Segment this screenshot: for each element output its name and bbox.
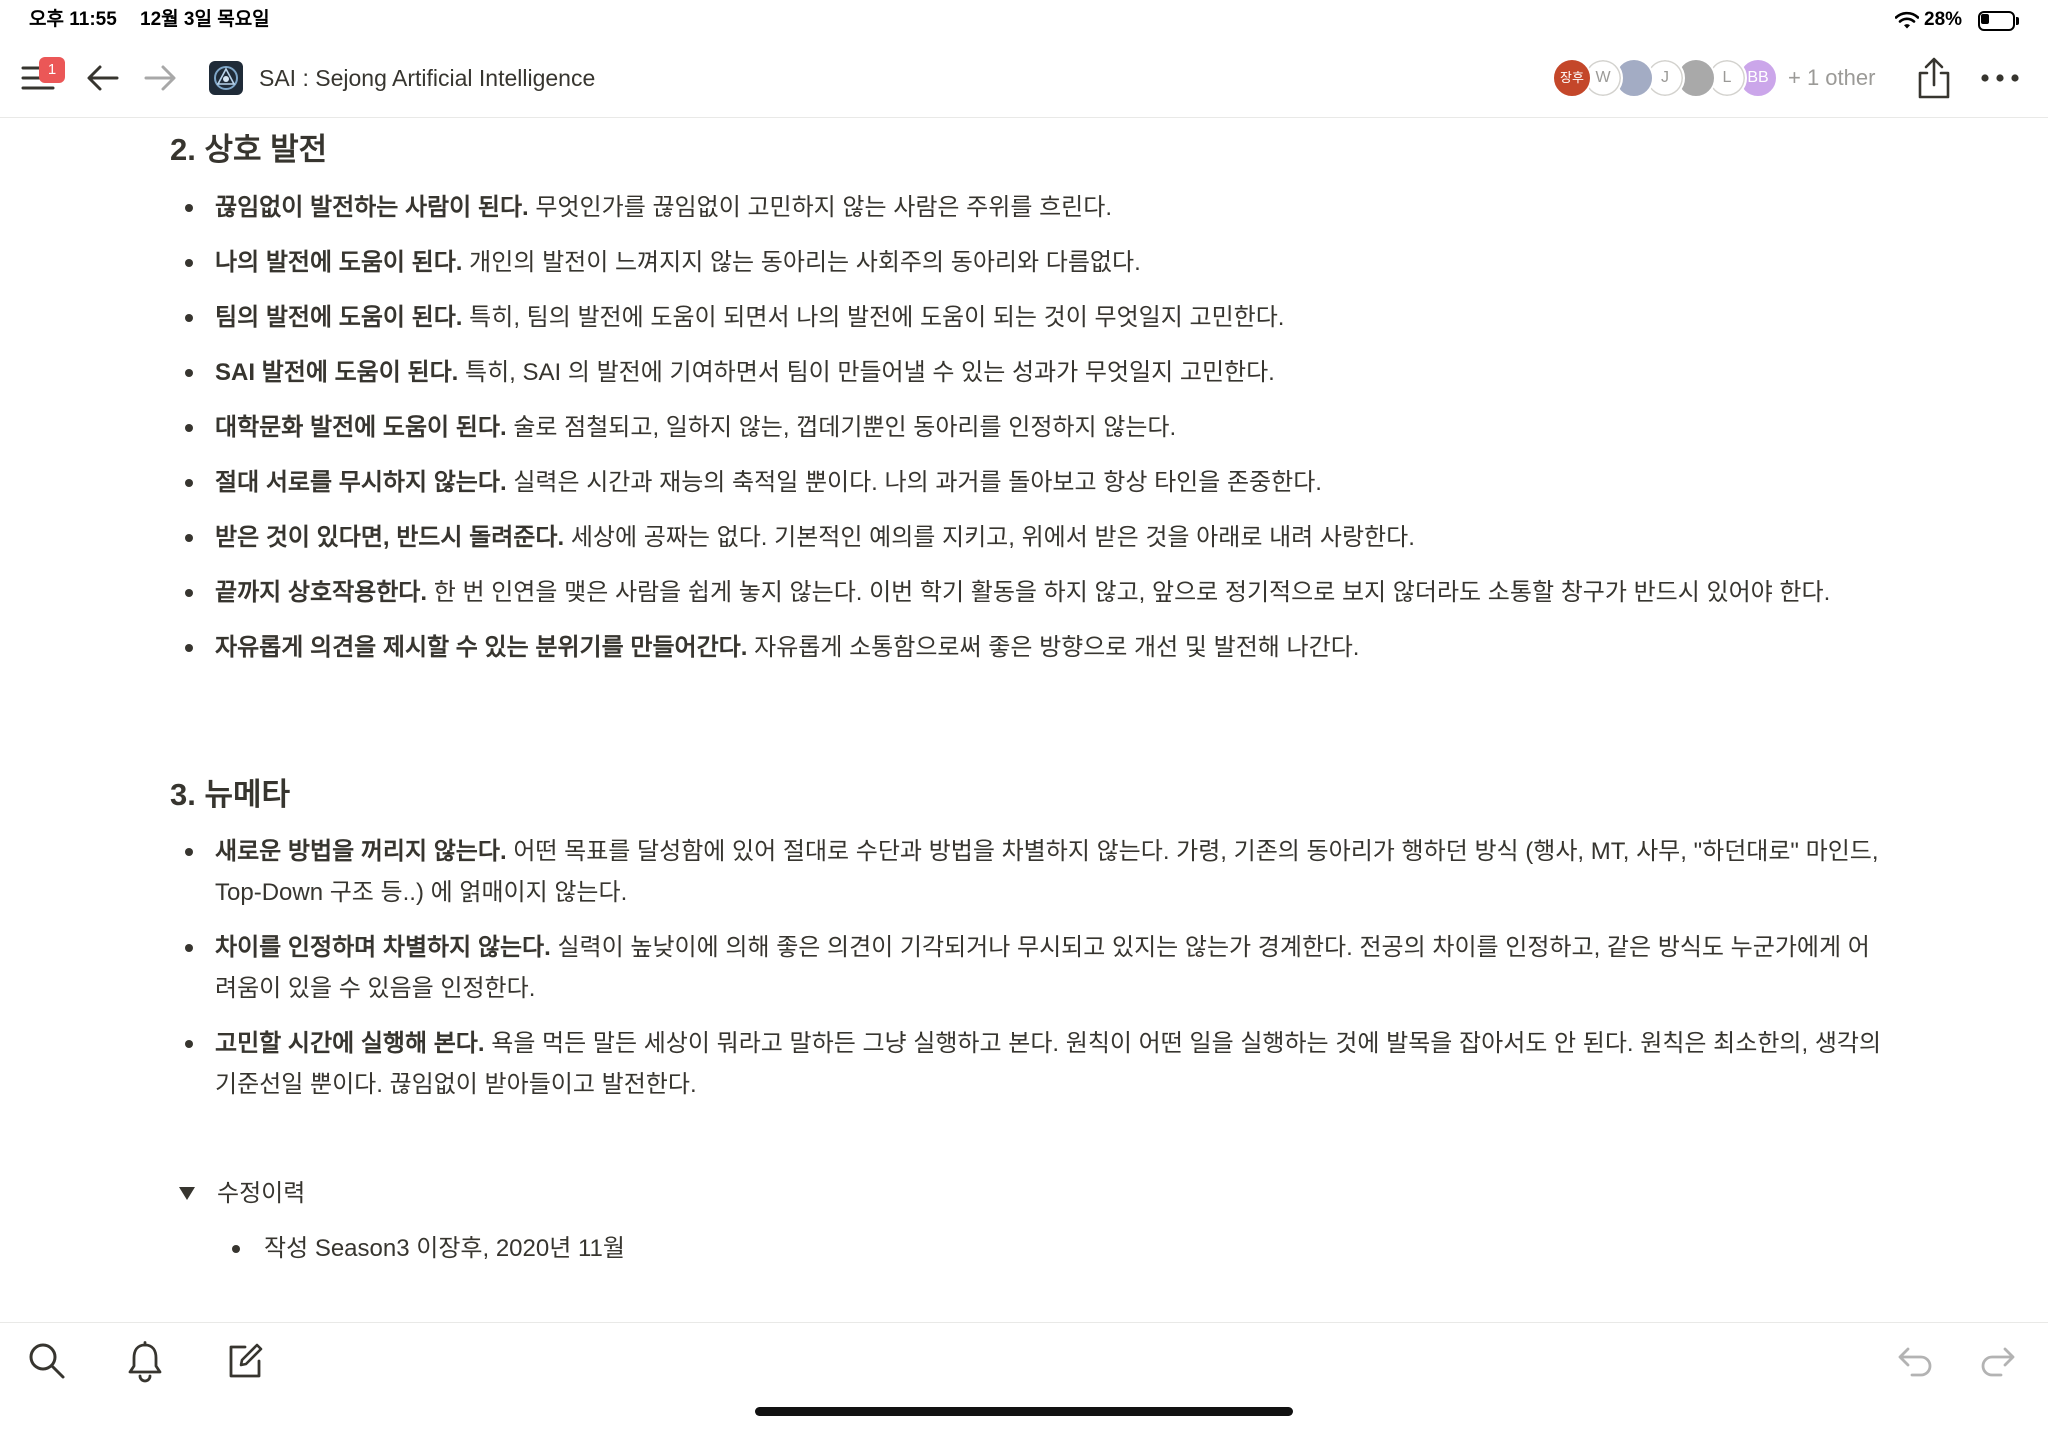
bullet-list: 새로운 방법을 꺼리지 않는다. 어떤 목표를 달성함에 있어 절대로 수단과 …	[170, 831, 1882, 1105]
item-text: 술로 점철되고, 일하지 않는, 껍데기뿐인 동아리를 인정하지 않는다.	[513, 414, 1177, 441]
avatar[interactable]: 장후	[1552, 58, 1592, 98]
notification-badge[interactable]: 1	[39, 57, 65, 83]
list-item[interactable]: 끝까지 상호작용한다. 한 번 인연을 맺은 사람을 쉽게 놓지 않는다. 이번…	[185, 572, 1882, 613]
battery-icon	[1978, 11, 2020, 31]
item-lead: SAI 발전에 도움이 된다.	[215, 359, 459, 386]
wifi-icon	[1895, 11, 1919, 29]
item-text: 무엇인가를 끊임없이 고민하지 않는 사람은 주위를 흐린다.	[535, 194, 1112, 221]
battery-percent: 28%	[1924, 9, 1963, 30]
back-arrow-icon[interactable]	[86, 63, 120, 93]
forward-arrow-icon[interactable]	[143, 63, 177, 93]
other-collaborators-count[interactable]: + 1 other	[1788, 65, 1875, 91]
share-icon[interactable]	[1916, 56, 1952, 100]
page-icon[interactable]	[209, 61, 243, 95]
item-lead: 나의 발전에 도움이 된다.	[215, 249, 463, 276]
item-lead: 받은 것이 있다면, 반드시 돌려준다.	[215, 524, 565, 551]
item-text: 특히, SAI 의 발전에 기여하면서 팀이 만들어낼 수 있는 성과가 무엇일…	[465, 359, 1275, 386]
item-lead: 자유롭게 의견을 제시할 수 있는 분위기를 만들어간다.	[215, 634, 748, 661]
item-lead: 끊임없이 발전하는 사람이 된다.	[215, 194, 529, 221]
item-lead: 새로운 방법을 꺼리지 않는다.	[215, 838, 507, 865]
list-item[interactable]: 끊임없이 발전하는 사람이 된다. 무엇인가를 끊임없이 고민하지 않는 사람은…	[185, 187, 1882, 228]
search-icon[interactable]	[24, 1339, 68, 1383]
item-lead: 끝까지 상호작용한다.	[215, 579, 428, 606]
item-text: 세상에 공짜는 없다. 기본적인 예의를 지키고, 위에서 받은 것을 아래로 …	[570, 524, 1415, 551]
list-item[interactable]: 나의 발전에 도움이 된다. 개인의 발전이 느껴지지 않는 동아리는 사회주의…	[185, 242, 1882, 283]
list-item[interactable]: 받은 것이 있다면, 반드시 돌려준다. 세상에 공짜는 없다. 기본적인 예의…	[185, 517, 1882, 558]
list-item[interactable]: 대학문화 발전에 도움이 된다. 술로 점철되고, 일하지 않는, 껍데기뿐인 …	[185, 407, 1882, 448]
list-item[interactable]: 절대 서로를 무시하지 않는다. 실력은 시간과 재능의 축적일 뿐이다. 나의…	[185, 462, 1882, 503]
item-text: 실력은 시간과 재능의 축적일 뿐이다. 나의 과거를 돌아보고 항상 타인을 …	[513, 469, 1322, 496]
bullet-list: 끊임없이 발전하는 사람이 된다. 무엇인가를 끊임없이 고민하지 않는 사람은…	[170, 187, 1882, 668]
compose-icon[interactable]	[225, 1341, 265, 1381]
notion-page-screen: 오후 11:55 12월 3일 목요일 28% 1 SAI: Sejong A…	[0, 0, 2048, 1431]
bell-icon[interactable]	[126, 1341, 164, 1383]
item-lead: 차이를 인정하며 차별하지 않는다.	[215, 934, 551, 961]
revision-history-toggle[interactable]: 수정이력	[170, 1173, 1882, 1214]
list-item[interactable]: 차이를 인정하며 차별하지 않는다. 실력이 높낮이에 의해 좋은 의견이 기각…	[185, 927, 1882, 1009]
page-title[interactable]: SAI : Sejong Artificial Intelligence	[259, 63, 595, 93]
home-indicator[interactable]	[755, 1407, 1293, 1416]
list-item[interactable]: 새로운 방법을 꺼리지 않는다. 어떤 목표를 달성함에 있어 절대로 수단과 …	[185, 831, 1882, 913]
page-content: 2. 상호 발전 끊임없이 발전하는 사람이 된다. 무엇인가를 끊임없이 고민…	[0, 118, 2048, 1322]
status-date: 12월 3일 목요일	[140, 9, 270, 30]
status-time: 오후 11:55	[29, 9, 117, 30]
redo-icon[interactable]	[1978, 1343, 2016, 1381]
toggle-triangle-icon[interactable]	[179, 1187, 195, 1200]
item-lead: 절대 서로를 무시하지 않는다.	[215, 469, 507, 496]
list-item[interactable]: 자유롭게 의견을 제시할 수 있는 분위기를 만들어간다. 자유롭게 소통함으로…	[185, 627, 1882, 668]
toggle-label: 수정이력	[217, 1180, 306, 1207]
section-heading[interactable]: 2. 상호 발전	[170, 130, 1882, 170]
item-lead: 고민할 시간에 실행해 본다.	[215, 1030, 485, 1057]
list-item[interactable]: 고민할 시간에 실행해 본다. 욕을 먹든 말든 세상이 뭐라고 말하든 그냥 …	[185, 1023, 1882, 1105]
toggle-children: 작성 Season3 이장후, 2020년 11월	[170, 1228, 1882, 1269]
item-text: 개인의 발전이 느껴지지 않는 동아리는 사회주의 동아리와 다름없다.	[469, 249, 1141, 276]
list-item[interactable]: 작성 Season3 이장후, 2020년 11월	[232, 1228, 1882, 1269]
section-heading[interactable]: 3. 뉴메타	[170, 775, 1882, 815]
more-icon[interactable]	[1978, 70, 2022, 86]
list-item[interactable]: 팀의 발전에 도움이 된다. 특히, 팀의 발전에 도움이 되면서 나의 발전에…	[185, 297, 1882, 338]
item-lead: 팀의 발전에 도움이 된다.	[215, 304, 463, 331]
item-text: 특히, 팀의 발전에 도움이 되면서 나의 발전에 도움이 되는 것이 무엇일지…	[469, 304, 1285, 331]
list-item[interactable]: SAI 발전에 도움이 된다. 특히, SAI 의 발전에 기여하면서 팀이 만…	[185, 352, 1882, 393]
item-text: 한 번 인연을 맺은 사람을 쉽게 놓지 않는다. 이번 학기 활동을 하지 않…	[433, 579, 1831, 606]
item-text: 자유롭게 소통함으로써 좋은 방향으로 개선 및 발전해 나간다.	[754, 634, 1360, 661]
undo-icon[interactable]	[1897, 1343, 1935, 1381]
item-lead: 대학문화 발전에 도움이 된다.	[215, 414, 507, 441]
collaborator-avatars[interactable]: 장후 W J L BB	[1552, 58, 1782, 99]
